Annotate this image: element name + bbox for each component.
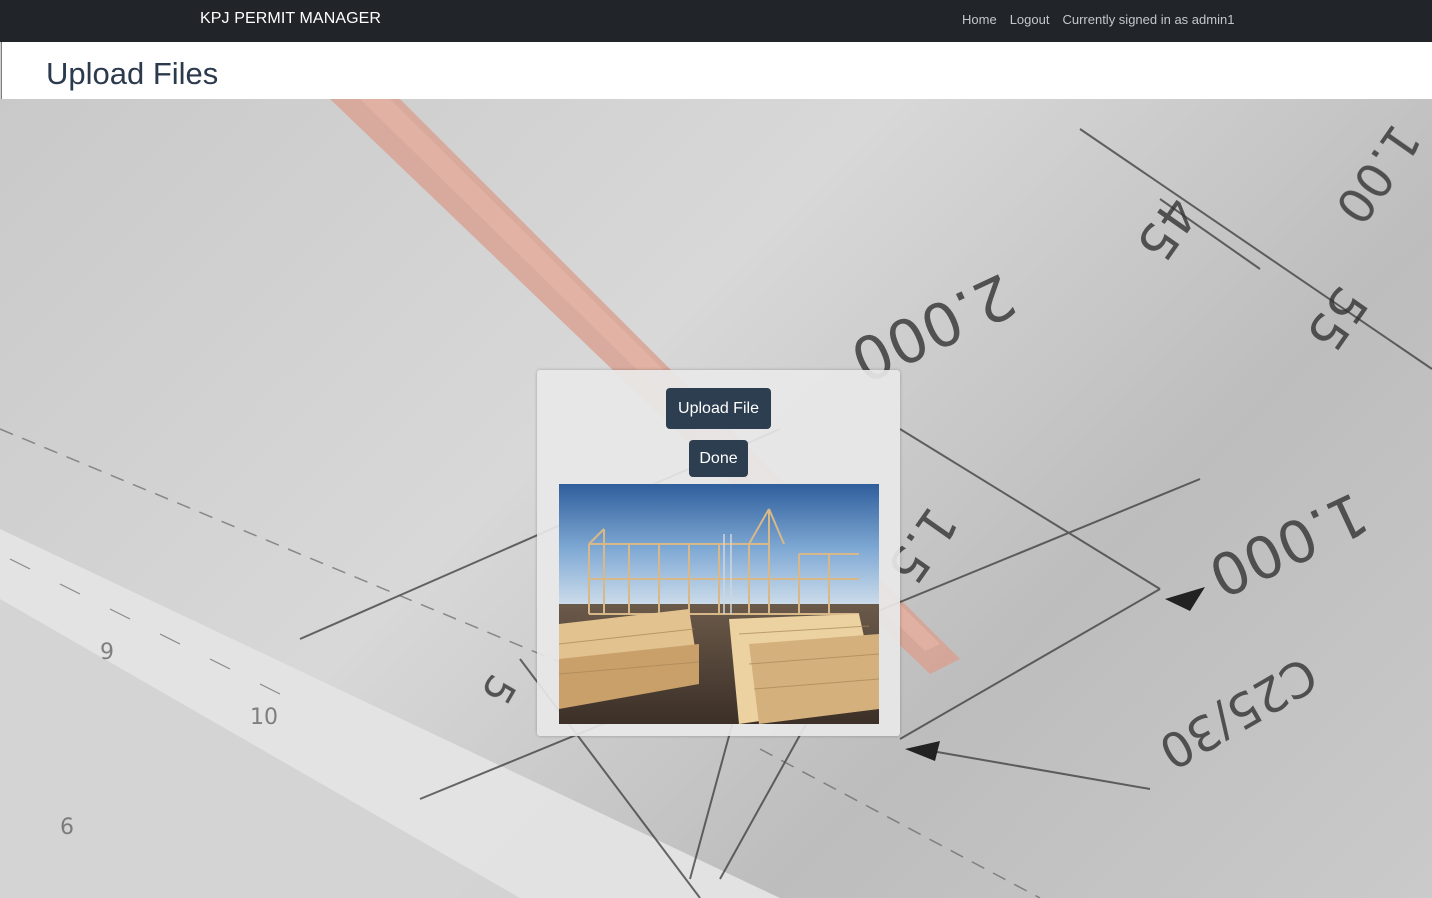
brand-link[interactable]: KPJ PERMIT MANAGER bbox=[200, 10, 381, 28]
svg-text:9: 9 bbox=[100, 640, 114, 665]
svg-text:1.00: 1.00 bbox=[1324, 114, 1431, 234]
svg-text:5: 5 bbox=[471, 667, 524, 712]
nav-home-link[interactable]: Home bbox=[962, 12, 997, 27]
svg-text:1.000: 1.000 bbox=[1199, 479, 1378, 611]
svg-text:10: 10 bbox=[250, 705, 278, 730]
upload-file-button[interactable]: Upload File bbox=[666, 388, 771, 429]
page-header: Upload Files bbox=[1, 42, 1432, 99]
svg-text:6: 6 bbox=[60, 815, 74, 840]
svg-text:55: 55 bbox=[1295, 276, 1379, 361]
construction-photo bbox=[559, 484, 879, 724]
nav-logout-link[interactable]: Logout bbox=[1010, 12, 1050, 27]
signed-in-status: Currently signed in as admin1 bbox=[1062, 12, 1235, 27]
uploaded-image-preview bbox=[559, 484, 879, 724]
svg-text:45: 45 bbox=[1125, 186, 1209, 271]
done-button[interactable]: Done bbox=[689, 440, 748, 477]
page-title: Upload Files bbox=[46, 56, 219, 91]
svg-text:C25/30: C25/30 bbox=[1149, 645, 1326, 779]
upload-panel: Upload File Done bbox=[537, 370, 900, 736]
navbar-right: Home Logout Currently signed in as admin… bbox=[962, 12, 1234, 27]
top-navbar: KPJ PERMIT MANAGER Home Logout Currently… bbox=[0, 0, 1432, 42]
